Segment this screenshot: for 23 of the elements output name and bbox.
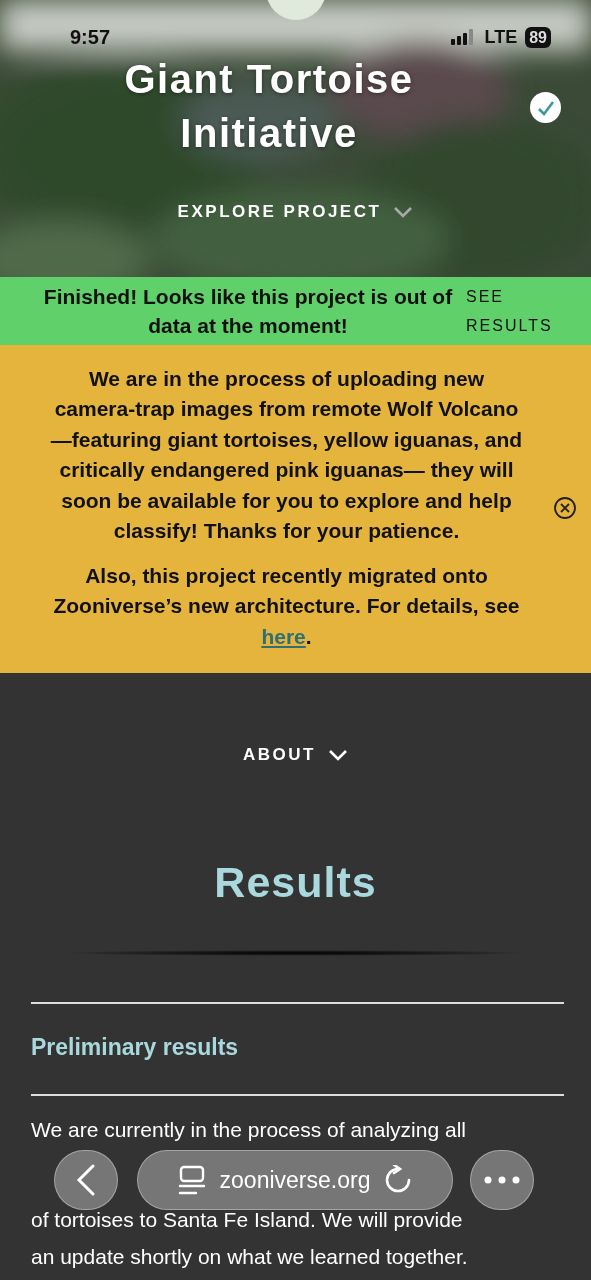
network-label: LTE [484,25,518,49]
migration-note: Also, this project recently migrated onto Zooniverse’s new architecture. For details, see here. [52,562,521,650]
address-bar[interactable]: zooniverse.org [137,1150,453,1210]
see-results-link[interactable]: SEE RESULTS [466,282,571,340]
paragraph-line: an update shortly on what we learned together. [31,1245,468,1268]
paragraph-line: of tortoises to Santa Fe Island. We will provide [31,1208,463,1231]
results-heading: Results [213,856,378,908]
status-time: 9:57 [70,25,111,50]
finished-message: Finished! Looks like this project is out of data at the moment! [42,284,454,339]
back-button[interactable] [54,1150,118,1210]
close-icon[interactable] [553,496,577,520]
project-title: Giant Tortoise Initiative [123,56,415,157]
url-text: zooniverse.org [219,1165,371,1195]
chevron-icon [327,748,348,761]
paragraph-line: We are currently in the process of analyzing all [31,1118,466,1141]
announcement-text: We are in the process of uploading new camera-trap images from remote Wolf Volcano—featuring giant tortoises, yellow iguanas, and critically endangered pink iguanas— they will soon be available for you to explore and help classify! Thanks for your patience. [49,365,524,545]
chevron-icon [393,205,414,218]
more-icon [484,1176,520,1184]
about-menu[interactable]: ABOUT [237,741,354,769]
tabs-icon[interactable] [177,1165,206,1195]
section-heading: Preliminary results [30,1033,240,1063]
reload-icon[interactable] [384,1165,413,1195]
more-button[interactable] [470,1150,534,1210]
